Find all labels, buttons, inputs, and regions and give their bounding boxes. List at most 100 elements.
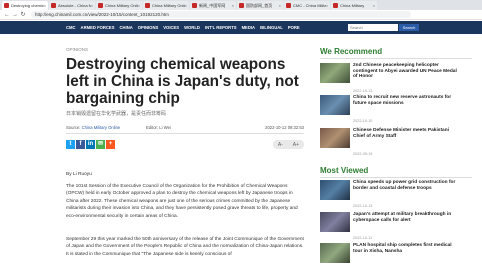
- browser-tab-label: Destroying chemic: [11, 3, 44, 8]
- recommend-thumbnail[interactable]: [320, 63, 350, 83]
- we-recommend-heading: We Recommend: [320, 47, 383, 56]
- most-viewed-date: 2022-10-13: [353, 204, 373, 208]
- nav-item[interactable]: CHINA: [120, 25, 133, 30]
- article-chinese-title: 日本销毁遗留在华化学武器，是责任而非筹码: [66, 111, 167, 117]
- url-field[interactable]: http://eng.chinamil.com.cn/view/2022-10/…: [31, 11, 411, 18]
- browser-tab[interactable]: 国防部网_首页 ×: [237, 1, 283, 10]
- favicon-icon: [192, 3, 197, 8]
- browser-tab-label: 国防部网_首页: [246, 2, 273, 8]
- favicon-icon: [239, 3, 244, 8]
- browser-tab[interactable]: Absolute - China Mil ×: [49, 1, 95, 10]
- browser-tab-label: CMC - China Militar: [293, 3, 326, 8]
- facebook-icon[interactable]: f: [76, 140, 85, 149]
- browser-tab[interactable]: 新闻_中国军网 ×: [190, 1, 236, 10]
- browser-tab[interactable]: China Military Onlin ×: [96, 1, 142, 10]
- browser-tab-label: Absolute - China Mil: [58, 3, 91, 8]
- browser-tab-label: China Military: [340, 3, 365, 8]
- article-paragraph: The 101st Session of the Executive Counc…: [66, 184, 298, 219]
- browser-tab[interactable]: CMC - China Militar ×: [284, 1, 330, 10]
- recommend-item[interactable]: Chinese Defense Minister meets Pakistani…: [320, 128, 472, 162]
- source-label: Source:: [66, 125, 81, 130]
- most-viewed-date: 2022-10-11: [353, 236, 373, 240]
- reload-icon[interactable]: ↻: [19, 11, 27, 18]
- recommend-divider: [320, 58, 472, 59]
- site-search-button[interactable]: Search: [399, 24, 419, 31]
- site-search-input[interactable]: [348, 24, 398, 31]
- address-bar: ← → ↻ http://eng.chinamil.com.cn/view/20…: [0, 10, 482, 20]
- nav-item[interactable]: WORLD: [184, 25, 200, 30]
- favicon-icon: [51, 3, 56, 8]
- browser-tab[interactable]: China Military ×: [331, 1, 377, 10]
- most-viewed-item[interactable]: China speeds up power grid construction …: [320, 180, 472, 214]
- article-headline: Destroying chemical weapons left in Chin…: [66, 56, 299, 107]
- forward-icon[interactable]: →: [11, 12, 19, 18]
- recommend-item[interactable]: 2nd Chinese peacekeeping helicopter cont…: [320, 63, 472, 97]
- browser-tab-label: 新闻_中国军网: [199, 2, 226, 8]
- font-increase-button[interactable]: A+: [293, 142, 299, 148]
- most-viewed-thumbnail[interactable]: [320, 212, 350, 232]
- linkedin-icon[interactable]: in: [86, 140, 95, 149]
- favicon-icon: [333, 3, 338, 8]
- article-meta: Source: China Military Online Editor: Li…: [66, 125, 304, 131]
- source-link[interactable]: China Military Online: [82, 125, 121, 130]
- close-tab-icon[interactable]: ×: [185, 3, 187, 8]
- recommend-thumbnail[interactable]: [320, 95, 350, 115]
- most-viewed-thumbnail[interactable]: [320, 243, 350, 263]
- recommend-date: 2022-09-19: [353, 152, 373, 156]
- nav-item[interactable]: OPINIONS: [138, 25, 158, 30]
- nav-item[interactable]: MEDIA: [242, 25, 256, 30]
- recommend-title[interactable]: Chinese Defense Minister meets Pakistani…: [353, 128, 461, 139]
- recommend-title[interactable]: China to recruit new reserve astronauts …: [353, 95, 461, 106]
- twitter-icon[interactable]: t: [66, 140, 75, 149]
- close-tab-icon[interactable]: ×: [138, 3, 140, 8]
- most-viewed-title[interactable]: Japan's attempt at military breakthrough…: [353, 212, 461, 223]
- close-tab-icon[interactable]: ×: [232, 3, 234, 8]
- nav-item[interactable]: PORE: [288, 25, 300, 30]
- browser-tab[interactable]: Destroying chemic ×: [2, 1, 48, 10]
- article-source: Source: China Military Online: [66, 125, 120, 130]
- browser-tab-label: China Military Onlin: [152, 3, 185, 8]
- favicon-icon: [145, 3, 150, 8]
- favicon-icon: [4, 3, 9, 8]
- recommend-date: 2022-10-10: [353, 119, 373, 123]
- most-viewed-title[interactable]: PLAN hospital ship completes first medic…: [353, 243, 461, 254]
- article-byline: By Li Ruoyu: [66, 172, 92, 177]
- font-size-control: A- A+: [273, 140, 304, 149]
- wechat-icon[interactable]: ✉: [96, 140, 105, 149]
- most-viewed-heading: Most Viewed: [320, 166, 369, 175]
- recommend-title[interactable]: 2nd Chinese peacekeeping helicopter cont…: [353, 63, 461, 80]
- close-tab-icon[interactable]: ×: [326, 3, 328, 8]
- more-icon[interactable]: +: [106, 140, 115, 149]
- article-date: 2022-10-12 09:32:53: [265, 125, 304, 130]
- nav-item[interactable]: ARMED FORCES: [81, 25, 115, 30]
- most-viewed-item[interactable]: Japan's attempt at military breakthrough…: [320, 212, 472, 246]
- close-tab-icon[interactable]: ×: [44, 3, 46, 8]
- font-decrease-button[interactable]: A-: [278, 142, 283, 148]
- most-viewed-thumbnail[interactable]: [320, 180, 350, 200]
- most-viewed-item[interactable]: PLAN hospital ship completes first medic…: [320, 243, 472, 277]
- browser-tab-strip: Destroying chemic × Absolute - China Mil × C…: [0, 0, 482, 10]
- close-tab-icon[interactable]: ×: [279, 3, 281, 8]
- most-viewed-divider: [320, 177, 472, 178]
- nav-item[interactable]: BILINGUAL: [260, 25, 283, 30]
- back-icon[interactable]: ←: [3, 12, 11, 18]
- site-navigation: CMC ARMED FORCES CHINA OPINIONS VOICES WORLD I…: [0, 21, 482, 34]
- browser-tab-label: China Military Onlin: [105, 3, 138, 8]
- article-paragraph: September 29 this year marked the 50th a…: [66, 237, 304, 257]
- nav-item[interactable]: CMC: [66, 25, 76, 30]
- favicon-icon: [286, 3, 291, 8]
- close-tab-icon[interactable]: ×: [373, 3, 375, 8]
- recommend-item[interactable]: China to recruit new reserve astronauts …: [320, 95, 472, 129]
- favicon-icon: [98, 3, 103, 8]
- article-editor: Editor: Li Wei: [146, 125, 171, 130]
- meta-divider: [66, 133, 304, 134]
- most-viewed-title[interactable]: China speeds up power grid construction …: [353, 180, 461, 191]
- nav-item[interactable]: INT'L REPORTS: [205, 25, 237, 30]
- share-bar: t f in ✉ +: [66, 140, 116, 149]
- browser-tab[interactable]: China Military Onlin ×: [143, 1, 189, 10]
- recommend-date: 2022-10-13: [353, 89, 373, 93]
- close-tab-icon[interactable]: ×: [91, 3, 93, 8]
- recommend-thumbnail[interactable]: [320, 128, 350, 148]
- nav-item[interactable]: VOICES: [163, 25, 179, 30]
- article-category[interactable]: OPINIONS: [66, 47, 88, 52]
